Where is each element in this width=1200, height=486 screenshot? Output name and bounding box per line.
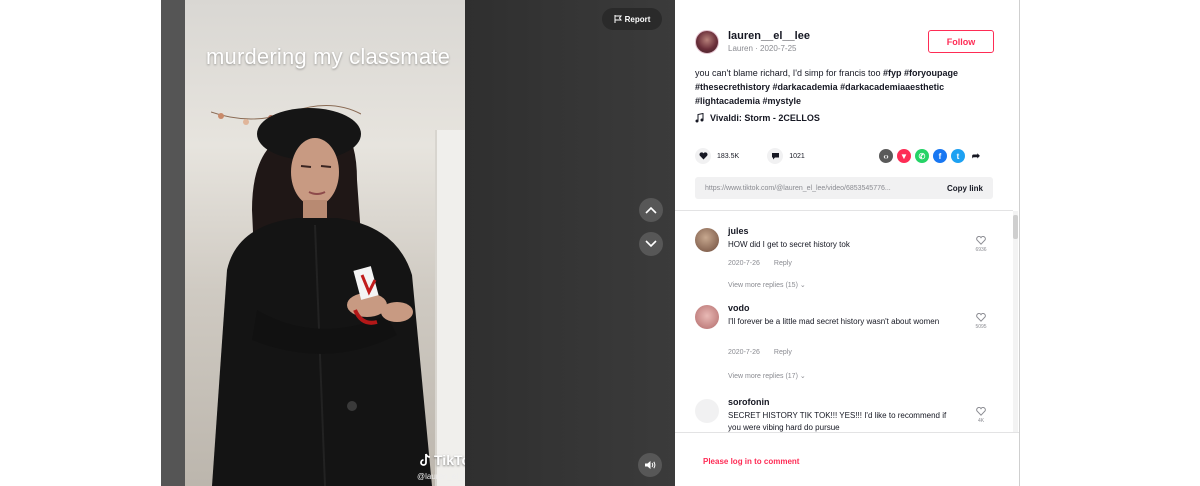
comment-avatar[interactable]	[695, 399, 719, 423]
share-more-icon[interactable]: ➦	[969, 149, 983, 163]
like-button[interactable]	[695, 148, 711, 164]
author-username[interactable]: lauren__el__lee	[728, 30, 810, 42]
comment-author[interactable]: vodo	[728, 303, 750, 313]
comment-avatar[interactable]	[695, 228, 719, 252]
scrollbar-thumb[interactable]	[1013, 215, 1018, 239]
view-replies-label: View more replies (17)	[728, 373, 798, 380]
report-label: Report	[624, 14, 651, 24]
comment-date: 2020-7-26	[728, 349, 760, 356]
volume-icon	[645, 461, 656, 469]
comment-meta: 2020-7-26 Reply	[728, 260, 792, 267]
heart-outline-icon	[976, 235, 986, 245]
follow-button[interactable]: Follow	[928, 30, 994, 53]
view-replies-link[interactable]: View more replies (15) ⌄	[728, 281, 806, 289]
report-button[interactable]: Report	[602, 8, 662, 30]
share-link-text[interactable]: https://www.tiktok.com/@lauren_el_lee/vi…	[705, 185, 891, 192]
comment-button[interactable]	[767, 148, 784, 164]
copy-link-button[interactable]: Copy link	[947, 184, 983, 193]
next-video-button[interactable]	[639, 232, 663, 256]
comment-like-count: 6936	[975, 247, 987, 253]
author-subline: Lauren · 2020-7-25	[728, 44, 797, 53]
tiktok-video-viewer: murdering my classmate TikTok @lauren_el…	[161, 0, 1020, 486]
reply-button[interactable]: Reply	[774, 260, 792, 267]
login-to-comment-link[interactable]: Please log in to comment	[703, 457, 799, 466]
view-replies-label: View more replies (15)	[728, 282, 798, 289]
video-backdrop-left	[161, 0, 185, 486]
comment-like-count: 5095	[975, 324, 987, 330]
comment-item: vodo I'll forever be a little mad secret…	[695, 303, 995, 393]
tiktok-logo-icon	[420, 453, 431, 466]
comment-avatar[interactable]	[695, 305, 719, 329]
share-link-box: https://www.tiktok.com/@lauren_el_lee/vi…	[695, 177, 993, 199]
send-to-friends-icon[interactable]: ▼	[897, 149, 911, 163]
chevron-up-icon	[645, 206, 657, 214]
comment-date: 2020-7-26	[728, 260, 760, 267]
heart-icon	[698, 152, 708, 160]
tiktok-watermark-text: TikTok	[434, 452, 465, 468]
heart-outline-icon	[976, 312, 986, 322]
video-player[interactable]: murdering my classmate TikTok @lauren_el…	[185, 0, 465, 486]
comments-scrollbar[interactable]	[1013, 211, 1018, 432]
view-replies-link[interactable]: View more replies (17) ⌄	[728, 372, 806, 380]
flag-icon	[614, 15, 622, 23]
facebook-icon[interactable]: f	[933, 149, 947, 163]
comment-like[interactable]: 6936	[973, 235, 989, 253]
previous-video-button[interactable]	[639, 198, 663, 222]
comment-login-bar: Please log in to comment	[675, 432, 1019, 486]
music-title: Vivaldi: Storm - 2CELLOS	[710, 113, 820, 123]
twitter-icon[interactable]: t	[951, 149, 965, 163]
video-person-figure	[212, 108, 432, 486]
music-link[interactable]: Vivaldi: Storm - 2CELLOS	[695, 113, 820, 123]
watermark-handle: @lauren_el_lee	[417, 472, 465, 481]
caption-text: you can't blame richard, I'd simp for fr…	[695, 68, 881, 78]
comment-text: HOW did I get to secret history tok	[728, 240, 850, 249]
comment-meta: 2020-7-26 Reply	[728, 349, 792, 356]
reply-button[interactable]: Reply	[774, 349, 792, 356]
video-area: murdering my classmate TikTok @lauren_el…	[161, 0, 675, 486]
tiktok-watermark: TikTok	[419, 452, 465, 468]
engagement-stats: 183.5K 1021	[695, 148, 805, 164]
comment-like[interactable]: 4K	[973, 406, 989, 424]
comment-author[interactable]: jules	[728, 226, 749, 236]
comment-text: I'll forever be a little mad secret hist…	[728, 317, 940, 326]
comment-like[interactable]: 5095	[973, 312, 989, 330]
embed-icon[interactable]: ‹›	[879, 149, 893, 163]
comment-like-count: 4K	[977, 418, 985, 424]
like-count: 183.5K	[717, 152, 740, 160]
details-panel: lauren__el__lee Lauren · 2020-7-25 Follo…	[675, 0, 1019, 486]
comment-icon	[771, 153, 779, 160]
comment-text: SECRET HISTORY TIK TOK!!! YES!!! I'd lik…	[728, 411, 947, 432]
comments-list: jules HOW did I get to secret history to…	[675, 211, 1013, 432]
volume-button[interactable]	[638, 453, 662, 477]
comment-item: jules HOW did I get to secret history to…	[695, 226, 995, 306]
author-avatar[interactable]	[695, 30, 719, 54]
music-note-icon	[695, 113, 704, 123]
comment-author[interactable]: sorofonin	[728, 397, 770, 407]
whatsapp-icon[interactable]: ✆	[915, 149, 929, 163]
video-caption: you can't blame richard, I'd simp for fr…	[695, 66, 993, 108]
heart-outline-icon	[976, 406, 986, 416]
video-overlay-title: murdering my classmate	[205, 44, 451, 69]
share-icons: ‹› ▼ ✆ f t ➦	[879, 149, 983, 163]
chevron-down-icon	[645, 240, 657, 248]
comment-count: 1021	[789, 152, 805, 160]
comment-item: sorofonin SECRET HISTORY TIK TOK!!! YES!…	[695, 397, 995, 432]
